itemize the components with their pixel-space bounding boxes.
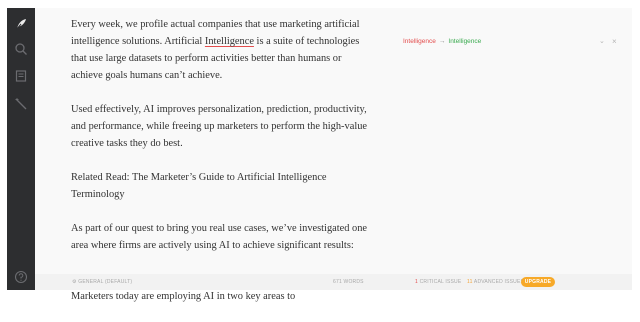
paragraph-2: Used effectively, AI improves personaliz… bbox=[71, 104, 368, 149]
suggestion-card[interactable]: Intelligence → Intelligence ⌄ × bbox=[403, 35, 627, 49]
paragraph-4: As part of our quest to bring you real u… bbox=[71, 223, 368, 251]
magic-wand-icon[interactable] bbox=[13, 96, 29, 112]
close-icon[interactable]: × bbox=[612, 35, 617, 49]
advanced-issues[interactable]: 11 ADVANCED ISSUES bbox=[467, 279, 524, 285]
help-icon[interactable] bbox=[13, 269, 29, 285]
status-bar: ⚙ GENERAL (DEFAULT) 671 WORDS 1 CRITICAL… bbox=[35, 274, 632, 290]
suggested-replacement[interactable]: Intelligence bbox=[448, 38, 481, 45]
paragraph-3: Related Read: The Marketer’s Guide to Ar… bbox=[71, 172, 327, 200]
advanced-count: 11 bbox=[467, 279, 473, 285]
feather-icon[interactable] bbox=[13, 16, 29, 32]
app-window: Every week, we profile actual companies … bbox=[7, 8, 632, 302]
advanced-label: ADVANCED ISSUES bbox=[473, 279, 525, 285]
paragraph-1: Every week, we profile actual companies … bbox=[71, 16, 371, 84]
critical-issues[interactable]: 1 CRITICAL ISSUE bbox=[415, 279, 461, 285]
goals-mode-label: GENERAL (DEFAULT) bbox=[78, 279, 133, 285]
left-sidebar bbox=[7, 8, 35, 290]
chevron-down-icon[interactable]: ⌄ bbox=[599, 35, 605, 49]
goals-mode-dropdown[interactable]: ⚙ GENERAL (DEFAULT) bbox=[72, 279, 132, 285]
critical-count: 1 bbox=[415, 279, 418, 285]
book-icon[interactable] bbox=[13, 68, 29, 84]
word-count[interactable]: 671 WORDS bbox=[333, 279, 364, 285]
arrow-icon: → bbox=[438, 38, 446, 45]
critical-label: CRITICAL ISSUE bbox=[419, 279, 462, 285]
upgrade-button[interactable]: UPGRADE bbox=[521, 277, 555, 287]
flagged-word[interactable]: Intelligence bbox=[205, 36, 254, 47]
search-icon[interactable] bbox=[13, 41, 29, 57]
incorrect-word: Intelligence bbox=[403, 38, 436, 45]
